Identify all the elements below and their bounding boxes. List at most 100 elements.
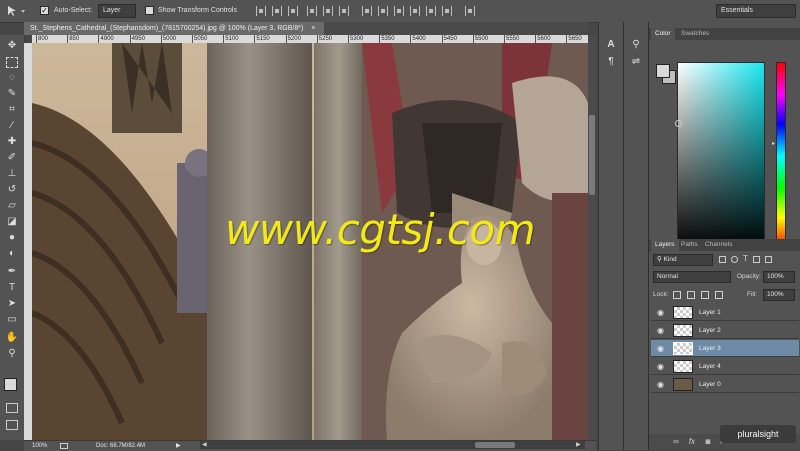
screen-mode-icon[interactable]: [6, 420, 18, 430]
opacity-field[interactable]: 100%: [763, 271, 795, 283]
lock-transparent-icon[interactable]: [673, 291, 681, 299]
horizontal-scrollbar[interactable]: ◀ ▶: [200, 441, 585, 449]
scroll-left-arrow-icon[interactable]: ◀: [202, 441, 207, 449]
visibility-eye-icon[interactable]: ◉: [656, 344, 665, 353]
panel-foreground-color-swatch[interactable]: [656, 64, 670, 78]
align-top-icon[interactable]: [256, 6, 266, 16]
shape-tool-icon[interactable]: ▭: [4, 313, 20, 327]
visibility-eye-icon[interactable]: ◉: [656, 362, 665, 371]
vertical-ruler: [24, 43, 32, 440]
visibility-eye-icon[interactable]: ◉: [656, 380, 665, 389]
filter-type-icon[interactable]: T: [743, 254, 748, 263]
eyedropper-tool-icon[interactable]: ⁄: [4, 119, 20, 133]
vertical-scroll-thumb[interactable]: [589, 115, 595, 195]
character-panel-icon[interactable]: A: [604, 38, 618, 52]
layer-row-layer-2[interactable]: ◉ Layer 2: [651, 322, 799, 339]
tab-color[interactable]: Color: [651, 28, 675, 40]
horizontal-scroll-thumb[interactable]: [475, 442, 515, 448]
lock-all-icon[interactable]: [715, 291, 723, 299]
quick-mask-icon[interactable]: [6, 403, 18, 413]
tab-layers[interactable]: Layers: [651, 239, 679, 251]
color-field[interactable]: [677, 62, 765, 250]
zoom-tool-icon[interactable]: ⚲: [4, 347, 20, 361]
blur-tool-icon[interactable]: ●: [4, 231, 20, 245]
dodge-tool-icon[interactable]: ◐: [4, 247, 20, 261]
align-left-icon[interactable]: [307, 6, 317, 16]
align-bottom-icon[interactable]: [288, 6, 298, 16]
layer-row-layer-3[interactable]: ◉ Layer 3: [651, 340, 799, 357]
document-tab[interactable]: St._Stephens_Cathedral_(Stephansdom)_(78…: [24, 22, 324, 35]
filter-adjustment-icon[interactable]: [731, 256, 738, 263]
tab-channels[interactable]: Channels: [701, 239, 736, 251]
marquee-tool-icon[interactable]: [4, 55, 20, 69]
close-icon[interactable]: ×: [311, 25, 315, 32]
distribute-top-icon[interactable]: [362, 6, 372, 16]
show-transform-checkbox[interactable]: [145, 6, 154, 15]
ruler-tick-label: 5550: [504, 35, 520, 43]
crop-tool-icon[interactable]: ⌗: [4, 103, 20, 117]
align-hcenter-icon[interactable]: [323, 6, 333, 16]
distribute-hcenter-icon[interactable]: [426, 6, 436, 16]
healing-tool-icon[interactable]: ✚: [4, 135, 20, 149]
lasso-tool-icon[interactable]: ◌: [4, 71, 20, 85]
distribute-vcenter-icon[interactable]: [378, 6, 388, 16]
tab-paths[interactable]: Paths: [677, 239, 702, 251]
ruler-tick-label: 5050: [192, 35, 208, 43]
brush-presets-icon[interactable]: ⚲: [629, 38, 643, 52]
auto-select-checkbox[interactable]: ✓: [40, 6, 49, 15]
hue-slider-arrow-icon[interactable]: ▸: [772, 140, 775, 147]
layer-filter-icons[interactable]: T: [719, 254, 789, 264]
filter-smart-object-icon[interactable]: [765, 256, 772, 263]
layer-filter-dropdown[interactable]: ⚲ Kind: [653, 254, 713, 266]
hue-slider[interactable]: [776, 62, 786, 250]
layer-row-layer-1[interactable]: ◉ Layer 1: [651, 304, 799, 321]
clone-stamp-tool-icon[interactable]: ⊥: [4, 167, 20, 181]
lock-position-icon[interactable]: [701, 291, 709, 299]
pen-tool-icon[interactable]: ✒: [4, 265, 20, 279]
align-vcenter-icon[interactable]: [272, 6, 282, 16]
color-picker-ring[interactable]: [675, 120, 682, 127]
align-right-icon[interactable]: [339, 6, 349, 16]
fill-field[interactable]: 100%: [763, 289, 795, 301]
eraser-tool-icon[interactable]: ▱: [4, 199, 20, 213]
auto-select-label: Auto-Select:: [54, 7, 93, 14]
history-brush-tool-icon[interactable]: ↺: [4, 183, 20, 197]
status-export-icon[interactable]: [60, 443, 68, 449]
adjustments-panel-icon[interactable]: ⇌: [629, 55, 643, 69]
quick-select-tool-icon[interactable]: ✎: [4, 87, 20, 101]
tab-swatches[interactable]: Swatches: [677, 28, 713, 40]
distribute-right-icon[interactable]: [442, 6, 452, 16]
auto-select-dropdown[interactable]: Layer: [98, 4, 136, 18]
brush-tool-icon[interactable]: ✐: [4, 151, 20, 165]
gradient-tool-icon[interactable]: ◪: [4, 215, 20, 229]
distribute-left-icon[interactable]: [410, 6, 420, 16]
paragraph-panel-icon[interactable]: ¶: [604, 55, 618, 69]
hand-tool-icon[interactable]: ✋: [4, 331, 20, 345]
visibility-eye-icon[interactable]: ◉: [656, 308, 665, 317]
ruler-tick-label: 5650: [566, 35, 582, 43]
foreground-color-swatch[interactable]: [4, 378, 17, 391]
workspace-dropdown[interactable]: Essentials: [716, 4, 796, 18]
vertical-scrollbar[interactable]: [588, 35, 596, 440]
path-select-tool-icon[interactable]: ➤: [4, 297, 20, 311]
dock-column-b: ⚲ ⇌: [623, 22, 648, 450]
move-tool-preset-icon[interactable]: [4, 4, 30, 18]
distribute-bottom-icon[interactable]: [394, 6, 404, 16]
layer-mask-icon[interactable]: ◙: [703, 437, 713, 447]
ruler-tick-label: 5600: [535, 35, 551, 43]
move-tool-icon[interactable]: ✥: [4, 39, 20, 53]
ruler-tick-label: 5100: [223, 35, 239, 43]
lock-pixels-icon[interactable]: [687, 291, 695, 299]
blend-mode-dropdown[interactable]: Normal: [653, 271, 731, 283]
link-layers-icon[interactable]: ∞: [671, 437, 681, 447]
layer-row-layer-0[interactable]: ◉ Layer 0: [651, 376, 799, 393]
type-tool-icon[interactable]: T: [4, 281, 20, 295]
filter-shape-icon[interactable]: [753, 256, 760, 263]
filter-pixel-icon[interactable]: [719, 256, 726, 263]
right-panels: Color Swatches ▸ Layers Paths Channels ⚲…: [648, 22, 800, 450]
visibility-eye-icon[interactable]: ◉: [656, 326, 665, 335]
layer-row-layer-4[interactable]: ◉ Layer 4: [651, 358, 799, 375]
auto-align-icon[interactable]: [465, 6, 475, 16]
scroll-right-arrow-icon[interactable]: ▶: [576, 441, 581, 449]
layer-style-icon[interactable]: fx: [687, 437, 697, 447]
